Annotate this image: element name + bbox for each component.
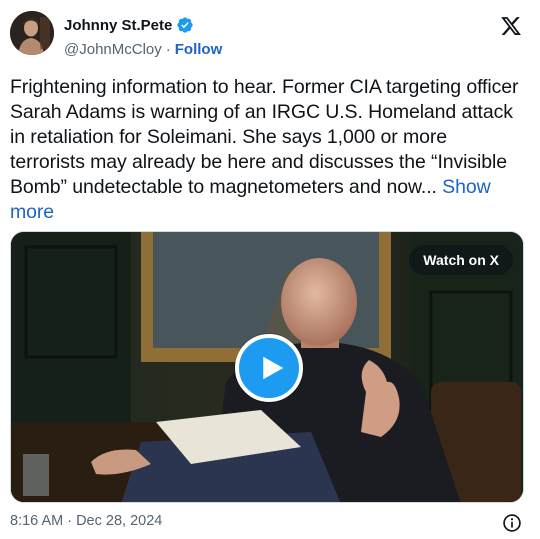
- author-handle[interactable]: @JohnMcCloy: [64, 41, 162, 58]
- avatar-image: [10, 11, 54, 55]
- play-icon: [262, 356, 283, 380]
- watch-on-x-button[interactable]: Watch on X: [409, 245, 513, 275]
- avatar[interactable]: [10, 11, 54, 55]
- play-button[interactable]: [235, 334, 303, 402]
- video-player[interactable]: Watch on X: [10, 231, 524, 503]
- tweet-card: Johnny St.Pete @JohnMcCloy · Follow Frig…: [0, 0, 540, 539]
- author-display-name[interactable]: Johnny St.Pete: [64, 17, 172, 34]
- tweet-timestamp[interactable]: 8:16 AM · Dec 28, 2024: [10, 513, 162, 529]
- x-logo-icon[interactable]: [500, 15, 522, 37]
- separator-dot: ·: [165, 40, 171, 58]
- author-handle-row: @JohnMcCloy · Follow: [64, 39, 222, 59]
- follow-button[interactable]: Follow: [175, 41, 223, 58]
- author-name-row: Johnny St.Pete: [64, 14, 194, 36]
- tweet-text: Frightening information to hear. Former …: [10, 75, 525, 225]
- verified-badge-icon: [177, 17, 194, 33]
- info-icon[interactable]: [502, 513, 522, 533]
